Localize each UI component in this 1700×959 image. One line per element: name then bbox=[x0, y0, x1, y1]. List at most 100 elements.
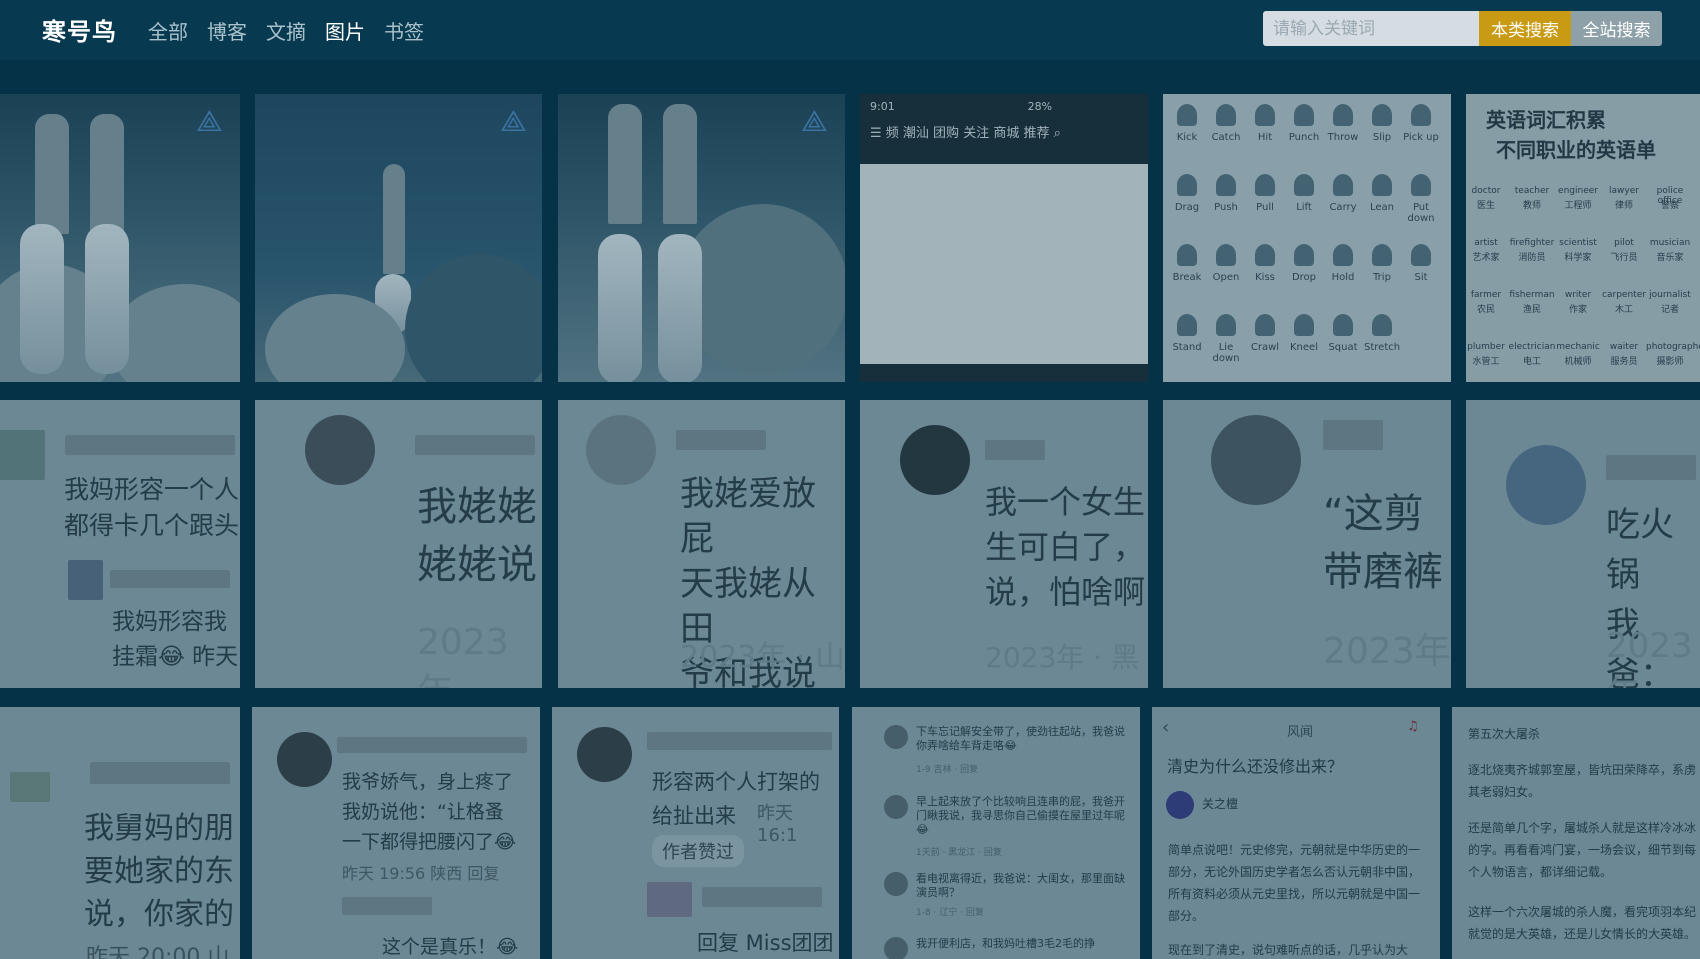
image-tile[interactable]: 下车忘记解安全带了，使劲往起站，我爸说你弄啥给车背走咯😂 1-9 吉林 · 回复… bbox=[852, 707, 1140, 959]
job-label: pilot bbox=[1614, 238, 1634, 248]
job-label-cn: 工程师 bbox=[1564, 201, 1592, 211]
image-tile[interactable]: ⟁ bbox=[0, 94, 240, 382]
image-tile[interactable]: 第五次大屠杀 逐北烧夷齐城郭室屋，皆坑田荣降卒，系虏其老弱妇女。 还是简单几个字… bbox=[1452, 707, 1700, 959]
image-tile[interactable]: 我姥爱放屁 天我姥从田 爷和我说 仿 2023年 · 山 bbox=[558, 400, 845, 688]
verb-label: Crawl bbox=[1250, 342, 1280, 353]
verb-figure-icon bbox=[1216, 104, 1236, 126]
image-tile[interactable]: 我妈形容一个人 都得卡几个跟头 我妈形容我 挂霜😂 昨天 bbox=[0, 400, 240, 688]
headphone-icon: ♫ bbox=[1407, 719, 1419, 734]
job-label: doctor bbox=[1471, 186, 1501, 196]
job-label: teacher bbox=[1514, 186, 1550, 196]
verb-label: Open bbox=[1212, 272, 1240, 283]
verb-figure-icon bbox=[1372, 174, 1392, 196]
verb-figure-icon bbox=[1255, 314, 1275, 336]
job-label: carpenter bbox=[1602, 290, 1646, 300]
image-tile[interactable]: 我爷娇气，身上疼了 我奶说他：“让格蚤 一下都得把腰闪了😂 昨天 19:56 陕… bbox=[252, 707, 540, 959]
author-liked-tag: 作者赞过 bbox=[652, 835, 744, 867]
job-label: scientist bbox=[1559, 238, 1597, 248]
verb-label: Throw bbox=[1327, 132, 1359, 143]
verb-label: Kneel bbox=[1290, 342, 1318, 353]
verb-label: Drag bbox=[1174, 202, 1200, 213]
job-label: firefighter bbox=[1509, 238, 1555, 248]
verb-figure-icon bbox=[1177, 244, 1197, 266]
agency-logo-icon: ⟁ bbox=[196, 104, 223, 139]
verb-figure-icon bbox=[1372, 314, 1392, 336]
job-label: plumber bbox=[1467, 342, 1505, 352]
search-icon: ⌕ bbox=[1053, 126, 1061, 141]
image-tile[interactable]: 我舅妈的朋 要她家的东 说，你家的 昨天 20:00 山 bbox=[0, 707, 240, 959]
agency-logo-icon: ⟁ bbox=[801, 104, 828, 139]
job-label: journalist bbox=[1649, 290, 1691, 300]
verb-figure-icon bbox=[1294, 314, 1314, 336]
verb-figure-icon bbox=[1294, 244, 1314, 266]
verb-label: Break bbox=[1172, 272, 1202, 283]
verb-label: Squat bbox=[1328, 342, 1358, 353]
job-label: writer bbox=[1564, 290, 1592, 300]
verb-label: Hold bbox=[1331, 272, 1355, 283]
job-figure-icon bbox=[1466, 130, 1478, 148]
verb-figure-icon bbox=[1216, 244, 1236, 266]
image-tile[interactable]: 吃火锅 我爸： 2023年 bbox=[1466, 400, 1700, 688]
job-figure-icon bbox=[1466, 94, 1478, 112]
verb-figure-icon bbox=[1333, 104, 1353, 126]
image-tile[interactable]: “这剪 带磨裤 2023年 bbox=[1163, 400, 1451, 688]
verb-label: Sit bbox=[1414, 272, 1428, 283]
verb-label: Hit bbox=[1257, 132, 1273, 143]
job-label: waiter bbox=[1609, 342, 1639, 352]
agency-logo-icon: ⟁ bbox=[500, 104, 527, 139]
image-tile[interactable]: ‹ 风闻 ♫ 清史为什么还没修出来？ 关之檀 简单点说吧！元史修完，元朝就是中华… bbox=[1152, 707, 1440, 959]
job-label: artist bbox=[1474, 238, 1498, 248]
job-label-cn: 机械师 bbox=[1564, 357, 1592, 367]
job-label: fisherman bbox=[1509, 290, 1555, 300]
verb-label: Stretch bbox=[1364, 342, 1401, 353]
job-label: electrician bbox=[1508, 342, 1556, 352]
verb-figure-icon bbox=[1255, 104, 1275, 126]
job-label-cn: 水管工 bbox=[1472, 357, 1500, 367]
phone-tab-bar: ☰ 频 潮汕 团购 关注 商城 推荐 ⌕ bbox=[870, 126, 1061, 141]
job-label-cn: 警察 bbox=[1660, 201, 1679, 211]
image-tile[interactable]: 9:01 28% ☰ 频 潮汕 团购 关注 商城 推荐 ⌕ bbox=[860, 94, 1148, 382]
job-label-cn: 音乐家 bbox=[1656, 253, 1684, 263]
image-tile[interactable]: ⟁ bbox=[255, 94, 542, 382]
image-tile[interactable]: 英语词汇积累 不同职业的英语单 doctor 医生 teacher 教师 enginee… bbox=[1466, 94, 1700, 382]
verb-figure-icon bbox=[1255, 244, 1275, 266]
verb-figure-icon bbox=[1255, 174, 1275, 196]
verb-figure-icon bbox=[1216, 314, 1236, 336]
job-label: musician bbox=[1649, 238, 1691, 248]
job-label: engineer bbox=[1558, 186, 1598, 196]
verb-figure-icon bbox=[1411, 244, 1431, 266]
verb-figure-icon bbox=[1216, 174, 1236, 196]
verb-figure-icon bbox=[1411, 174, 1431, 196]
image-tile[interactable]: ⟁ bbox=[558, 94, 845, 382]
job-figure-icon bbox=[1466, 112, 1478, 130]
verb-label: Kiss bbox=[1255, 272, 1275, 283]
verb-label: Slip bbox=[1372, 132, 1392, 143]
verb-figure-icon bbox=[1177, 314, 1197, 336]
verb-label: Lift bbox=[1296, 202, 1312, 213]
image-tile[interactable]: Kick Catch Hit Punch Throw Slip Pick up Drag Pus… bbox=[1163, 94, 1451, 382]
job-label-cn: 作家 bbox=[1568, 305, 1587, 315]
job-label-cn: 木工 bbox=[1614, 305, 1633, 315]
verb-label: Catch bbox=[1211, 132, 1241, 143]
vocab-title: 英语词汇积累 bbox=[1486, 108, 1606, 132]
job-label-cn: 律师 bbox=[1614, 201, 1633, 211]
job-label-cn: 服务员 bbox=[1610, 357, 1638, 367]
job-label: photographer bbox=[1646, 342, 1700, 352]
job-figure-icon bbox=[1466, 166, 1478, 184]
image-tile[interactable]: 形容两个人打架的 给扯出来 昨天 16:1 作者赞过 回复 Miss团团 bbox=[552, 707, 839, 959]
image-tile[interactable]: 我姥姥 姥姥说 2023年 bbox=[255, 400, 542, 688]
verb-figure-icon bbox=[1333, 314, 1353, 336]
image-tile[interactable]: 我一个女生 生可白了， 说，怕啥啊 2023年 · 黑 bbox=[860, 400, 1148, 688]
back-arrow-icon: ‹ bbox=[1162, 717, 1170, 738]
verb-label: Lean bbox=[1369, 202, 1394, 213]
verb-label: Put down bbox=[1407, 202, 1435, 224]
vocab-subtitle: 不同职业的英语单 bbox=[1496, 138, 1656, 162]
job-label: farmer bbox=[1470, 290, 1502, 300]
verb-label: Pull bbox=[1256, 202, 1274, 213]
job-label-cn: 农民 bbox=[1476, 305, 1495, 315]
job-figure-icon bbox=[1466, 220, 1478, 238]
verb-label: Kick bbox=[1176, 132, 1198, 143]
verb-label: Trip bbox=[1373, 272, 1391, 283]
phone-status-bar: 9:01 28% bbox=[870, 100, 1053, 113]
job-label-cn: 医生 bbox=[1476, 201, 1495, 211]
